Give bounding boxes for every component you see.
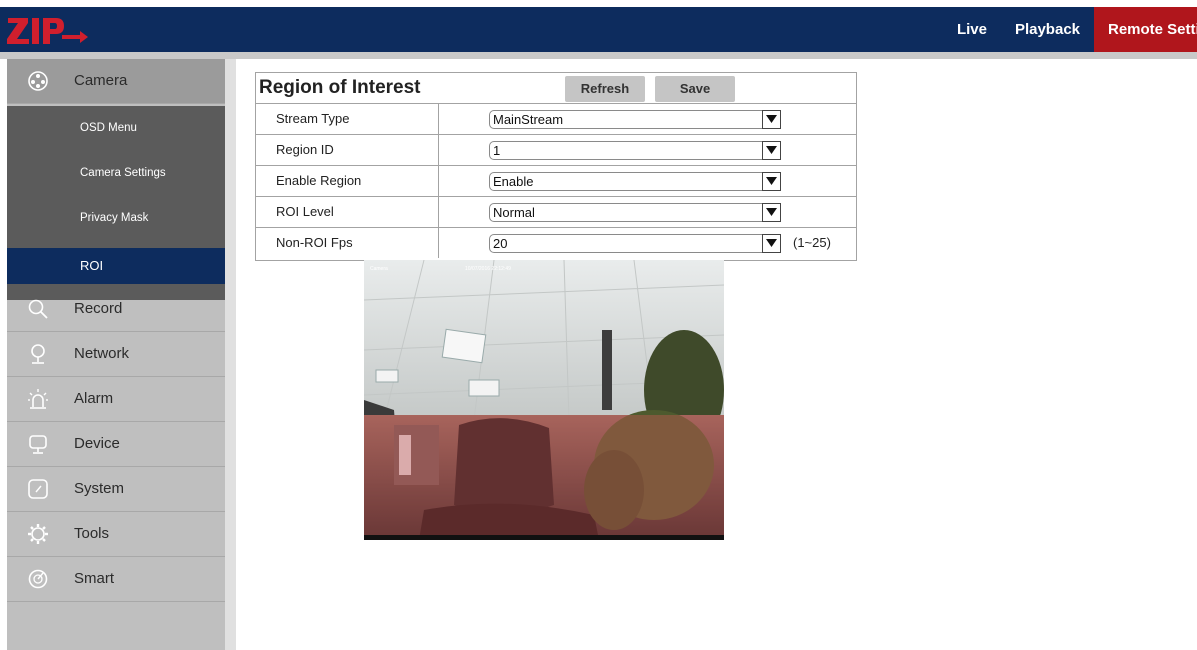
page-title: Region of Interest — [259, 77, 421, 98]
header-divider — [0, 52, 1197, 59]
field-label: Region ID — [276, 142, 334, 157]
stream-type-select[interactable]: MainStream — [489, 110, 781, 129]
sidebar-item-network[interactable]: Network — [7, 332, 225, 377]
chevron-down-icon[interactable] — [762, 110, 781, 129]
field-label: ROI Level — [276, 204, 334, 219]
camera-name-overlay: Camera — [370, 266, 388, 272]
top-navigation: Live Playback Remote Setting — [943, 7, 1197, 52]
gear-icon — [27, 523, 49, 545]
monitor-icon — [27, 433, 49, 455]
submenu-osd-menu[interactable]: OSD Menu — [7, 106, 225, 151]
chevron-down-icon[interactable] — [762, 141, 781, 160]
camera-preview-image — [364, 260, 724, 540]
top-header: Live Playback Remote Setting — [0, 7, 1197, 52]
sidebar-item-record[interactable]: Record — [7, 287, 225, 332]
submenu-label: Privacy Mask — [80, 212, 149, 224]
divider — [438, 135, 439, 165]
camera-submenu: OSD Menu Camera Settings Privacy Mask RO… — [7, 106, 225, 300]
camera-preview[interactable]: Camera 10/07/2016 22:12:49 — [364, 260, 724, 540]
submenu-label: ROI — [80, 258, 104, 273]
zip-logo[interactable] — [6, 14, 90, 46]
sidebar: Camera OSD Menu Camera Settings Privacy … — [7, 59, 225, 650]
submenu-privacy-mask[interactable]: Privacy Mask — [7, 196, 225, 241]
sidebar-item-camera[interactable]: Camera — [7, 59, 225, 104]
panel-header: Region of Interest Refresh Save — [256, 73, 856, 104]
field-label: Non-ROI Fps — [276, 235, 353, 250]
row-region-id: Region ID 1 — [256, 135, 856, 166]
chevron-down-icon[interactable] — [762, 203, 781, 222]
select-value: Enable — [493, 174, 534, 189]
select-value: Normal — [493, 205, 535, 220]
nav-playback[interactable]: Playback — [1001, 7, 1094, 52]
camera-aperture-icon — [27, 70, 49, 92]
submenu-camera-settings[interactable]: Camera Settings — [7, 151, 225, 196]
enable-region-select[interactable]: Enable — [489, 172, 781, 191]
sidebar-item-smart[interactable]: Smart — [7, 557, 225, 602]
search-icon — [27, 298, 49, 320]
gauge-icon — [27, 478, 49, 500]
divider — [438, 197, 439, 227]
field-label: Stream Type — [276, 111, 350, 126]
sidebar-item-label: System — [74, 480, 125, 497]
sidebar-item-label: Tools — [74, 525, 110, 542]
sidebar-item-label: Alarm — [74, 390, 114, 407]
sidebar-item-label: Smart — [74, 570, 115, 587]
row-stream-type: Stream Type MainStream — [256, 104, 856, 135]
sidebar-item-tools[interactable]: Tools — [7, 512, 225, 557]
chevron-down-icon[interactable] — [762, 234, 781, 253]
location-pin-icon — [27, 343, 49, 365]
sidebar-item-label: Camera — [74, 72, 128, 89]
nav-live[interactable]: Live — [943, 7, 1001, 52]
roi-settings-panel: Region of Interest Refresh Save Stream T… — [255, 72, 857, 261]
smart-dial-icon — [27, 568, 49, 590]
sidebar-item-system[interactable]: System — [7, 467, 225, 512]
alarm-light-icon — [27, 388, 49, 410]
region-id-select[interactable]: 1 — [489, 141, 781, 160]
row-roi-level: ROI Level Normal — [256, 197, 856, 228]
save-button[interactable]: Save — [655, 76, 735, 102]
row-non-roi-fps: Non-ROI Fps 20 (1~25) — [256, 228, 856, 258]
divider — [438, 104, 439, 134]
non-roi-fps-select[interactable]: 20 — [489, 234, 781, 253]
divider — [438, 228, 439, 258]
row-enable-region: Enable Region Enable — [256, 166, 856, 197]
chevron-down-icon[interactable] — [762, 172, 781, 191]
submenu-label: Camera Settings — [80, 167, 166, 179]
sidebar-gutter — [225, 59, 236, 650]
divider — [438, 166, 439, 196]
refresh-button[interactable]: Refresh — [565, 76, 645, 102]
submenu-roi[interactable]: ROI — [7, 248, 225, 284]
submenu-label: OSD Menu — [80, 122, 137, 134]
sidebar-item-label: Record — [74, 300, 123, 317]
select-value: 20 — [493, 236, 508, 251]
sidebar-item-alarm[interactable]: Alarm — [7, 377, 225, 422]
sidebar-item-device[interactable]: Device — [7, 422, 225, 467]
field-label: Enable Region — [276, 173, 362, 188]
select-value: MainStream — [493, 112, 564, 127]
roi-level-select[interactable]: Normal — [489, 203, 781, 222]
fps-range-hint: (1~25) — [793, 235, 831, 250]
timestamp-overlay: 10/07/2016 22:12:49 — [465, 266, 511, 272]
select-value: 1 — [493, 143, 501, 158]
sidebar-item-label: Device — [74, 435, 120, 452]
nav-remote-setting[interactable]: Remote Setting — [1094, 7, 1197, 52]
sidebar-item-label: Network — [74, 345, 130, 362]
